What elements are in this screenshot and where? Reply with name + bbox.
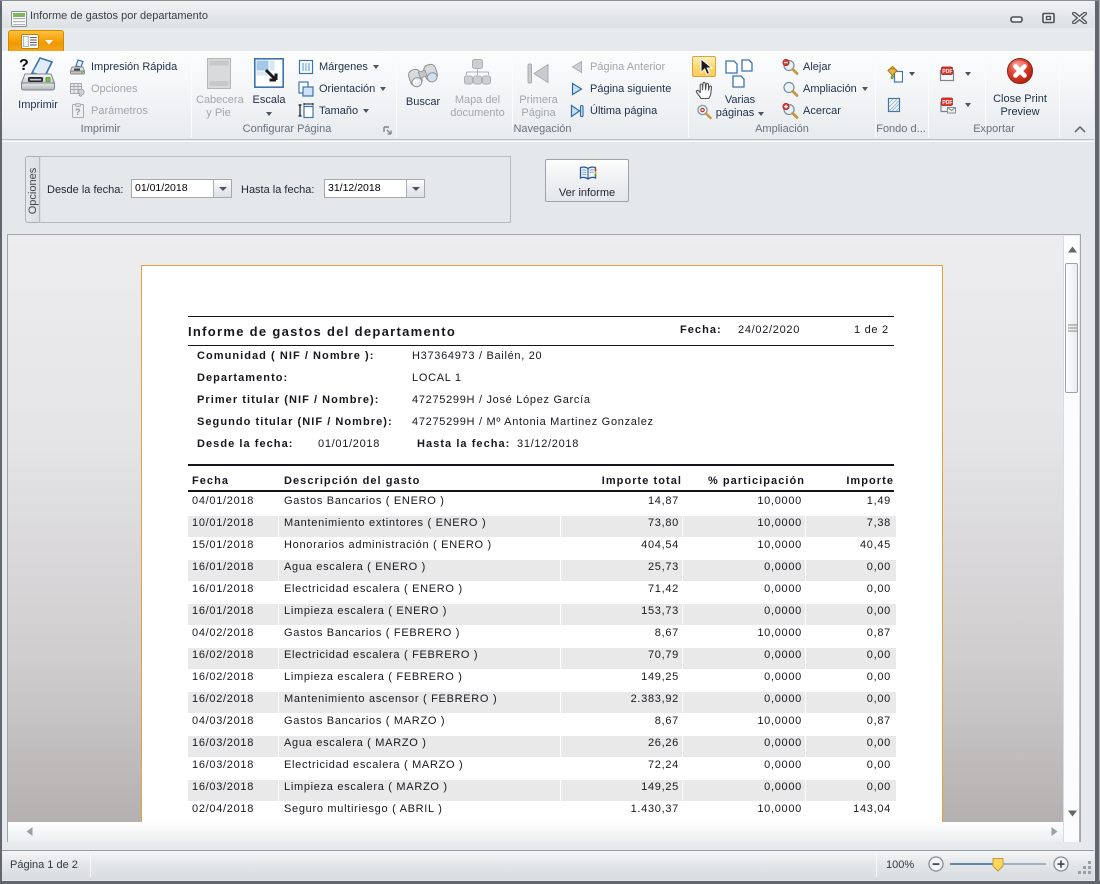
svg-text:PDF: PDF <box>942 69 952 75</box>
svg-text:?: ? <box>75 107 81 117</box>
svg-text:?: ? <box>19 57 29 74</box>
svg-text:PDF: PDF <box>942 100 952 106</box>
